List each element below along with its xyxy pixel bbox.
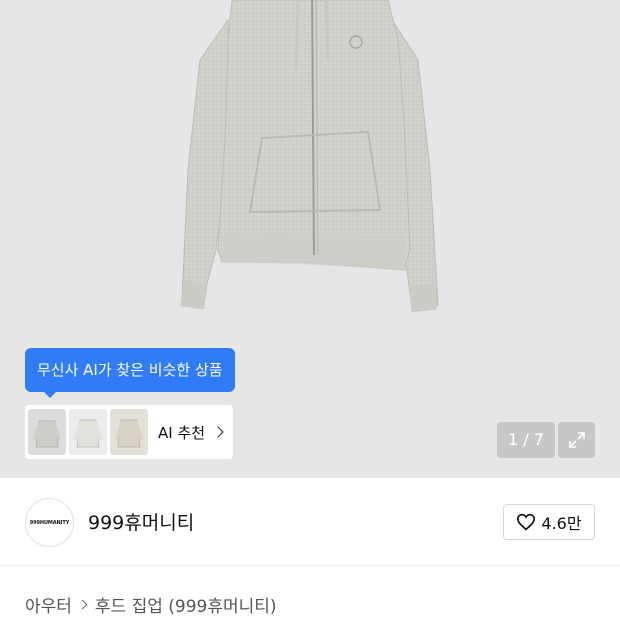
product-image-gallery[interactable]: 무신사 AI가 찾은 비슷한 상품 AI 추천 1 / 7 (0, 0, 620, 478)
breadcrumb: 아우터 후드 집업 (999휴머니티) (25, 592, 277, 617)
brand-logo-text: 999HUMANITY (29, 519, 70, 526)
brand-name[interactable]: 999휴머니티 (88, 508, 194, 535)
hoodie-thumb-icon (33, 420, 61, 448)
image-counter: 1 / 7 (497, 422, 555, 458)
brand-logo[interactable]: 999HUMANITY (25, 498, 74, 547)
recommend-thumbnail-2[interactable] (69, 409, 107, 455)
recommend-thumbnail-3[interactable] (110, 409, 148, 455)
brand-row: 999HUMANITY 999휴머니티 4.6만 (0, 478, 620, 566)
expand-button[interactable] (558, 422, 595, 458)
breadcrumb-category[interactable]: 아우터 (25, 592, 72, 617)
expand-icon (568, 432, 585, 448)
hoodie-thumb-icon (74, 419, 102, 448)
heart-outline-icon (517, 513, 536, 531)
recommend-thumbnail-1[interactable] (28, 409, 66, 455)
ai-recommend-strip[interactable]: AI 추천 (25, 405, 233, 459)
like-button[interactable]: 4.6만 (503, 504, 595, 540)
chevron-right-icon (77, 599, 88, 610)
ai-recommend-label: AI 추천 (158, 423, 206, 442)
like-count: 4.6만 (541, 514, 582, 533)
hoodie-thumb-icon (115, 419, 143, 448)
chevron-right-icon (212, 426, 224, 438)
ai-similar-tooltip[interactable]: 무신사 AI가 찾은 비슷한 상품 (25, 348, 235, 398)
ai-tooltip-text: 무신사 AI가 찾은 비슷한 상품 (37, 361, 223, 379)
tooltip-tail (43, 391, 57, 398)
breadcrumb-subcategory[interactable]: 후드 집업 (999휴머니티) (95, 592, 277, 617)
